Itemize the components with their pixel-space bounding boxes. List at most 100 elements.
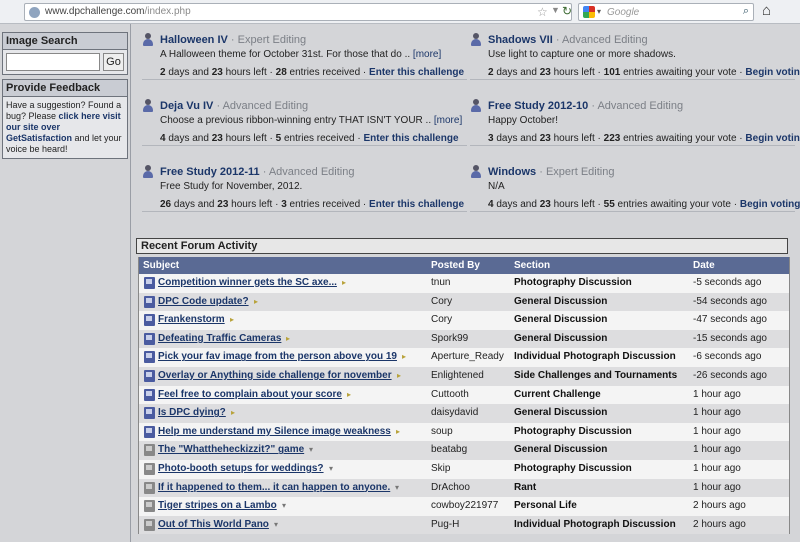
home-icon[interactable]: ⌂ (762, 2, 771, 19)
globe-icon (29, 7, 40, 18)
challenge-item: Halloween IV · Expert Editing A Hallowee… (142, 24, 467, 80)
thread-folder-icon (144, 388, 155, 401)
challenge-status: 4 days and 23 hours left · 5 entries rec… (160, 133, 459, 144)
posted-by: Aperture_Ready (431, 351, 504, 363)
forum-section: Photography Discussion (514, 277, 632, 288)
thread-subject-link[interactable]: Out of This World Pano (158, 519, 269, 530)
thread-subject-link[interactable]: Is DPC dying? (158, 407, 226, 418)
forum-section: General Discussion (514, 444, 608, 456)
dropdown-caret-icon[interactable]: ▼ (551, 5, 560, 15)
enter-challenge-link[interactable]: Enter this challenge (369, 199, 464, 210)
thread-subject-link[interactable]: Frankenstorm (158, 314, 225, 325)
thread-subject-link[interactable]: Defeating Traffic Cameras (158, 333, 281, 344)
member-icon (142, 165, 154, 179)
challenge-item: Windows · Expert Editing N/A 4 days and … (470, 156, 800, 212)
more-link[interactable]: [more] (434, 115, 462, 126)
table-row: Feel free to complain about your score Cu… (139, 385, 789, 405)
browser-search-box[interactable]: ▾ Google ⌕ (578, 3, 754, 21)
bookmark-star-icon[interactable]: ☆ (537, 5, 548, 19)
thread-subject-link[interactable]: Photo-booth setups for weddings? (158, 463, 324, 474)
thread-subject-link[interactable]: DPC Code update? (158, 296, 249, 307)
posted-by: DrAchoo (431, 481, 470, 493)
expand-arrow-icon[interactable]: ▾ (282, 501, 286, 510)
sidebar: Image Search Go Provide Feedback Have a … (0, 24, 131, 542)
new-post-arrow-icon[interactable]: ▸ (342, 278, 346, 287)
challenge-title[interactable]: Free Study 2012-11 (160, 166, 260, 178)
image-search-box: Image Search Go (2, 32, 128, 75)
thread-subject-link[interactable]: Competition winner gets the SC axe... (158, 277, 337, 288)
expand-arrow-icon[interactable]: ▾ (395, 483, 399, 492)
forum-section: Photography Discussion (514, 462, 632, 474)
new-post-arrow-icon[interactable]: ▸ (254, 297, 258, 306)
challenge-title[interactable]: Shadows VII (488, 34, 553, 46)
post-date: -15 seconds ago (693, 332, 767, 344)
challenge-title[interactable]: Windows (488, 166, 536, 178)
column-section: Section (514, 260, 551, 271)
challenge-status: 2 days and 23 hours left · 28 entries re… (160, 67, 465, 78)
posted-by: Cory (431, 314, 453, 326)
thread-folder-icon (144, 407, 155, 420)
challenge-title[interactable]: Deja Vu IV (160, 100, 213, 112)
thread-subject-link[interactable]: Help me understand my Silence image weak… (158, 426, 391, 437)
go-button[interactable]: Go (103, 53, 124, 71)
thread-subject-link[interactable]: Feel free to complain about your score (158, 389, 342, 400)
challenge-kind: Expert Editing (237, 34, 307, 46)
challenge-item: Deja Vu IV · Advanced Editing Choose a p… (142, 90, 467, 146)
image-search-input[interactable] (6, 53, 101, 71)
expand-arrow-icon[interactable]: ▾ (309, 445, 313, 454)
challenge-status: 4 days and 23 hours left · 55 entries aw… (488, 199, 800, 210)
post-date: 2 hours ago (693, 500, 746, 512)
column-posted-by: Posted By (431, 260, 480, 271)
thread-subject-link[interactable]: Pick your fav image from the person abov… (158, 351, 397, 362)
expand-arrow-icon[interactable]: ▾ (274, 520, 278, 529)
enter-challenge-link[interactable]: Enter this challenge (363, 133, 458, 144)
begin-voting-link[interactable]: Begin voting (745, 67, 800, 78)
google-icon[interactable] (583, 6, 595, 18)
forum-section: General Discussion (514, 314, 608, 326)
forum-section: General Discussion (514, 407, 608, 419)
thread-subject-link[interactable]: Overlay or Anything side challenge for n… (158, 370, 392, 381)
challenge-desc: Free Study for November, 2012. (160, 181, 303, 192)
new-post-arrow-icon[interactable]: ▸ (286, 334, 290, 343)
begin-voting-link[interactable]: Begin voting (740, 199, 800, 210)
more-link[interactable]: [more] (413, 49, 441, 60)
reload-icon[interactable]: ↻ (562, 4, 572, 18)
begin-voting-link[interactable]: Begin voting (745, 133, 800, 144)
expand-arrow-icon[interactable]: ▾ (329, 464, 333, 473)
new-post-arrow-icon[interactable]: ▸ (396, 427, 400, 436)
post-date: 1 hour ago (693, 444, 741, 456)
thread-subject-link[interactable]: The "Whattheheckizzit?" game (158, 444, 304, 455)
address-bar[interactable]: www.dpchallenge.com/index.php ☆ ▼ ↻ (24, 3, 572, 21)
search-icon[interactable]: ⌕ (743, 5, 749, 18)
search-engine-dropdown-icon[interactable]: ▾ (597, 7, 601, 16)
url-text[interactable]: www.dpchallenge.com/index.php (45, 6, 191, 17)
enter-challenge-link[interactable]: Enter this challenge (369, 67, 464, 78)
thread-folder-icon (144, 481, 155, 494)
search-placeholder: Google (607, 7, 640, 18)
challenge-item: Shadows VII · Advanced Editing Use light… (470, 24, 800, 80)
challenge-title[interactable]: Free Study 2012-10 (488, 100, 588, 112)
challenge-desc: Choose a previous ribbon-winning entry T… (160, 115, 432, 126)
posted-by: Enlightened (431, 369, 484, 381)
thread-folder-icon (144, 518, 155, 531)
challenge-item: Free Study 2012-10 · Advanced Editing Ha… (470, 90, 800, 146)
forum-section: Individual Photograph Discussion (514, 518, 676, 530)
main-content: Halloween IV · Expert Editing A Hallowee… (132, 24, 800, 542)
new-post-arrow-icon[interactable]: ▸ (347, 390, 351, 399)
post-date: 1 hour ago (693, 407, 741, 419)
forum-section: Photography Discussion (514, 425, 632, 437)
post-date: 1 hour ago (693, 388, 741, 400)
challenge-title[interactable]: Halloween IV (160, 34, 228, 46)
post-date: -5 seconds ago (693, 277, 762, 288)
column-date: Date (693, 260, 715, 271)
new-post-arrow-icon[interactable]: ▸ (397, 371, 401, 380)
table-row: Competition winner gets the SC axe... tnu… (139, 274, 789, 293)
challenge-kind: Advanced Editing (561, 34, 648, 46)
thread-folder-icon (144, 369, 155, 382)
new-post-arrow-icon[interactable]: ▸ (402, 352, 406, 361)
thread-subject-link[interactable]: If it happened to them... it can happen … (158, 482, 390, 493)
new-post-arrow-icon[interactable]: ▸ (230, 315, 234, 324)
thread-subject-link[interactable]: Tiger stripes on a Lambo (158, 500, 277, 511)
table-row: The "Whattheheckizzit?" game beatabg Gener… (139, 441, 789, 460)
new-post-arrow-icon[interactable]: ▸ (231, 408, 235, 417)
